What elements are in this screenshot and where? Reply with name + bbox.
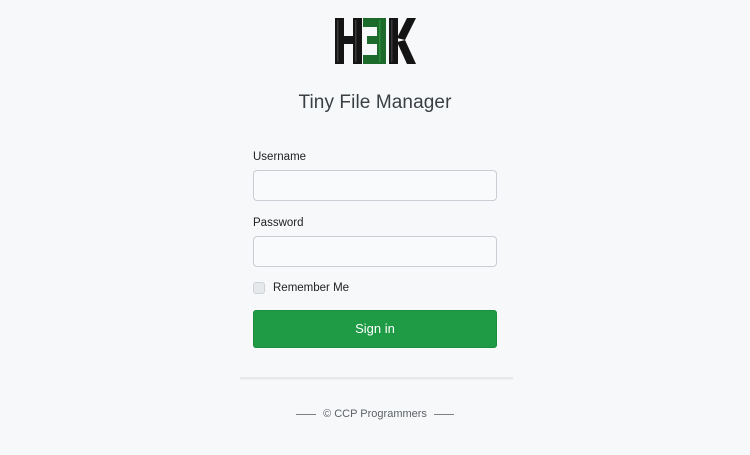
password-input[interactable] — [253, 236, 497, 267]
h3k-logo — [333, 16, 417, 66]
app-title: Tiny File Manager — [298, 92, 452, 113]
divider — [240, 377, 513, 380]
sign-in-button[interactable]: Sign in — [253, 310, 497, 348]
logo-graphic — [335, 18, 416, 64]
remember-me-checkbox[interactable] — [253, 282, 265, 294]
remember-me-label[interactable]: Remember Me — [273, 282, 349, 294]
username-input[interactable] — [253, 170, 497, 201]
footer-dash-right — [434, 413, 454, 415]
password-label: Password — [253, 217, 304, 229]
footer-dash-left — [296, 413, 316, 415]
footer: © CCP Programmers — [0, 408, 750, 420]
footer-copyright: © CCP Programmers — [323, 408, 427, 420]
remember-me-row[interactable]: Remember Me — [253, 281, 349, 295]
username-label: Username — [253, 151, 307, 163]
